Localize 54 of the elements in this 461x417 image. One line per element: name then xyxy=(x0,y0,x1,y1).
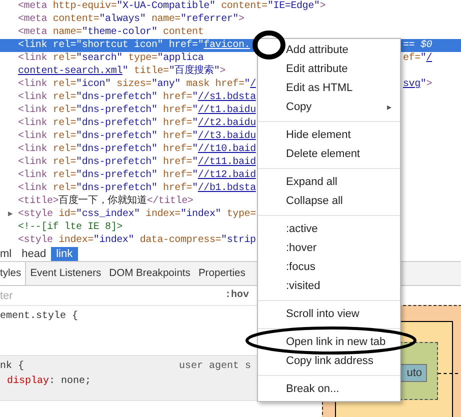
panel-tab[interactable]: Properties xyxy=(194,262,250,285)
breadcrumb-item[interactable]: ml xyxy=(0,247,17,261)
menu-item[interactable]: Copy xyxy=(286,99,312,116)
dom-node-line[interactable]: <meta content="always" name="referrer"> xyxy=(18,14,244,25)
dom-node-line[interactable]: <meta http-equiv="X-UA-Compatible" content="IE=Edge"> xyxy=(18,1,326,12)
css-selector: nk { xyxy=(0,360,24,374)
menu-item[interactable]: :visited xyxy=(286,278,320,295)
dom-node-line[interactable]: <!--[if lte IE 8]> xyxy=(18,222,122,233)
dom-node-line[interactable]: <link rel="dns-prefetch" href="//t2.baidu xyxy=(18,118,256,129)
menu-item[interactable]: Collapse all xyxy=(286,193,343,210)
dom-node-line[interactable]: <link rel="dns-prefetch" href="//t1.baidu xyxy=(18,105,256,116)
dom-node-line[interactable]: <link rel="dns-prefetch" href="//b1.bdsta xyxy=(18,183,256,194)
menu-item[interactable]: Hide element xyxy=(286,127,351,144)
menu-item[interactable]: Break on... xyxy=(286,381,340,398)
menu-item[interactable]: :hover xyxy=(286,240,317,257)
panel-tab[interactable]: DOM Breakpoints xyxy=(105,262,194,285)
dom-node-line[interactable]: <link rel="dns-prefetch" href="//t3.baidu xyxy=(18,131,256,142)
panel-tab[interactable]: tyles xyxy=(0,262,26,285)
dom-node-line[interactable]: <link rel="search" type="applica xyxy=(18,53,204,64)
panel-tab[interactable]: Event Listeners xyxy=(26,262,106,285)
menu-item[interactable]: Edit as HTML xyxy=(286,80,353,97)
dom-node-line[interactable]: <link rel="dns-prefetch" href="//t11.baid xyxy=(18,157,256,168)
menu-item[interactable]: Scroll into view xyxy=(286,306,360,323)
menu-item[interactable]: Copy link address xyxy=(286,353,374,370)
rule-source: user agent s xyxy=(178,360,251,374)
dom-node-line[interactable]: <title>百度一下，你就知道</title> xyxy=(18,196,194,207)
menu-item[interactable]: Edit attribute xyxy=(286,61,348,78)
css-declaration[interactable]: display: none; xyxy=(7,376,92,387)
hov-toggle[interactable]: :hov xyxy=(224,288,249,303)
dom-node-line[interactable]: <link rel="icon" sizes="any" mask href="/ xyxy=(18,79,256,90)
filter-field[interactable]: ter xyxy=(0,286,150,304)
menu-item[interactable]: Add attribute xyxy=(286,42,348,59)
dom-node-line[interactable]: <link rel="dns-prefetch" href="//t10.baid xyxy=(18,144,256,155)
selected-node-marker: == $0 xyxy=(403,39,432,52)
dom-node-line[interactable]: content-search.xml" title="百度搜索"> xyxy=(18,66,226,77)
dom-node-line: ef="/ xyxy=(403,52,432,65)
dom-node-line: svg"> xyxy=(403,78,432,91)
marker-scribble xyxy=(252,30,286,60)
css-selector: ement.style { xyxy=(0,310,78,324)
menu-item[interactable]: Expand all xyxy=(286,174,338,191)
dom-node-line[interactable]: <link rel="shortcut icon" href="favicon. xyxy=(18,40,250,51)
dom-node-line[interactable]: <meta name="theme-color" content xyxy=(18,27,204,38)
breadcrumb-item[interactable]: head xyxy=(16,247,52,261)
dom-node-line[interactable]: <link rel="dns-prefetch" href="//s1.bdsta xyxy=(18,92,256,103)
dom-node-line[interactable]: <style index="index" data-compress="strip xyxy=(18,235,256,246)
content-size-label: uto xyxy=(406,366,422,381)
menu-item[interactable]: Delete element xyxy=(286,146,360,163)
dom-node-line[interactable]: <style id="css_index" index="index" type= xyxy=(18,209,256,220)
breadcrumb-item[interactable]: link xyxy=(51,247,78,261)
menu-item[interactable]: :focus xyxy=(286,259,316,276)
expand-toggle[interactable]: ▶ xyxy=(8,208,13,221)
menu-item[interactable]: :active xyxy=(286,221,318,238)
dom-node-line[interactable]: <link rel="dns-prefetch" href="//t12.baid xyxy=(18,170,256,181)
submenu-arrow-icon: ▸ xyxy=(387,100,392,114)
